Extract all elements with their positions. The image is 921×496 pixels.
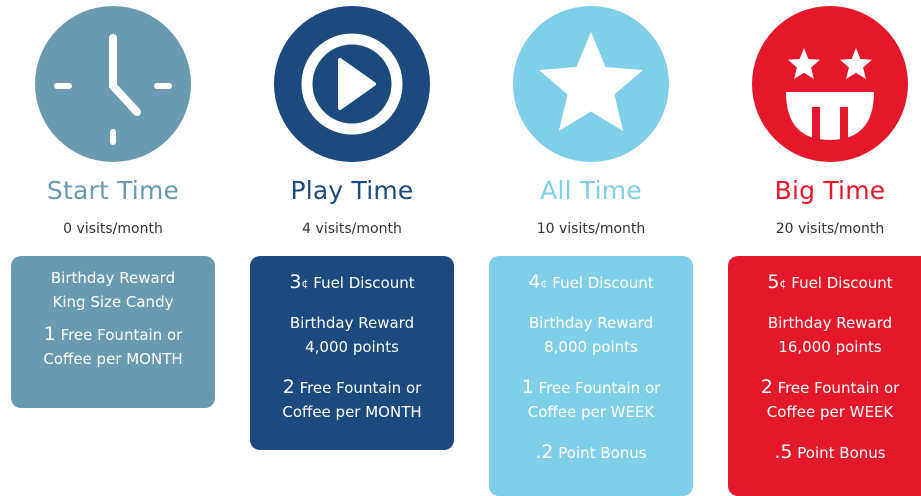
tier-play-time: Play Time 4 visits/month 3¢ Fuel Discoun… (247, 0, 457, 488)
benefit-fountain: 1 Free Fountain or Coffee per MONTH (19, 322, 207, 371)
benefit-line: 16,000 points (778, 338, 882, 356)
tier-all-time: All Time 10 visits/month 4¢ Fuel Discoun… (486, 0, 696, 496)
star-icon (513, 6, 669, 162)
tier-name: Big Time (774, 176, 886, 205)
benefits-card: 5¢ Fuel Discount Birthday Reward 16,000 … (728, 256, 921, 496)
benefit-line: Point Bonus (797, 444, 886, 462)
benefit-fountain: 2 Free Fountain or Coffee per WEEK (736, 375, 921, 424)
clock-icon (35, 6, 191, 162)
tier-start-time: Start Time 0 visits/month Birthday Rewar… (8, 0, 218, 488)
benefit-line: Free Fountain or (777, 379, 900, 397)
benefit-line: Fuel Discount (791, 274, 893, 292)
tier-visits: 20 visits/month (775, 221, 885, 237)
benefit-line: Birthday Reward (50, 269, 176, 287)
starstruck-face-icon (752, 6, 908, 162)
tier-visits: 0 visits/month (63, 221, 163, 237)
benefit-line: King Size Candy (52, 293, 174, 311)
tier-name: Play Time (290, 176, 414, 205)
tier-name: Start Time (46, 176, 180, 205)
benefit-number: 4 (528, 271, 541, 293)
benefit-line: Birthday Reward (528, 314, 654, 332)
play-icon (274, 6, 430, 162)
benefit-line: Free Fountain or (538, 379, 661, 397)
benefit-birthday: Birthday Reward 16,000 points (736, 311, 921, 359)
benefit-number: .5 (774, 441, 793, 463)
benefit-fuel-discount: 4¢ Fuel Discount (497, 270, 685, 295)
benefit-number: 2 (282, 376, 295, 398)
benefit-birthday: Birthday Reward 4,000 points (258, 311, 446, 359)
benefit-number: 1 (521, 376, 534, 398)
benefit-number: .2 (535, 441, 554, 463)
benefit-fuel-discount: 5¢ Fuel Discount (736, 270, 921, 295)
cents-sign: ¢ (540, 277, 548, 290)
benefit-birthday: Birthday Reward King Size Candy (19, 266, 207, 314)
benefits-card: Birthday Reward King Size Candy 1 Free F… (11, 256, 215, 408)
benefit-birthday: Birthday Reward 8,000 points (497, 311, 685, 359)
benefit-number: 1 (43, 323, 56, 345)
benefit-line: Fuel Discount (313, 274, 415, 292)
benefit-line: Coffee per MONTH (282, 403, 422, 421)
cents-sign: ¢ (301, 277, 309, 290)
benefit-line: Free Fountain or (60, 326, 183, 344)
benefit-line: Coffee per WEEK (766, 403, 894, 421)
benefit-point-bonus: .2 Point Bonus (497, 440, 685, 465)
tier-visits: 10 visits/month (536, 221, 646, 237)
benefit-line: Free Fountain or (299, 379, 422, 397)
benefit-line: Coffee per WEEK (527, 403, 655, 421)
benefit-fountain: 1 Free Fountain or Coffee per WEEK (497, 375, 685, 424)
benefit-line: Birthday Reward (767, 314, 893, 332)
benefit-line: Birthday Reward (289, 314, 415, 332)
benefit-fountain: 2 Free Fountain or Coffee per MONTH (258, 375, 446, 424)
benefit-number: 3 (289, 271, 302, 293)
benefit-line: 8,000 points (544, 338, 638, 356)
tier-name: All Time (540, 176, 642, 205)
tier-visits: 4 visits/month (302, 221, 402, 237)
cents-sign: ¢ (779, 277, 787, 290)
benefit-fuel-discount: 3¢ Fuel Discount (258, 270, 446, 295)
benefit-number: 2 (760, 376, 773, 398)
benefit-line: 4,000 points (305, 338, 399, 356)
benefit-number: 5 (767, 271, 780, 293)
tier-big-time: Big Time 20 visits/month 5¢ Fuel Discoun… (725, 0, 921, 496)
benefit-line: Point Bonus (558, 444, 647, 462)
benefits-card: 3¢ Fuel Discount Birthday Reward 4,000 p… (250, 256, 454, 450)
benefit-line: Coffee per MONTH (43, 350, 183, 368)
benefit-line: Fuel Discount (552, 274, 654, 292)
benefit-point-bonus: .5 Point Bonus (736, 440, 921, 465)
benefits-card: 4¢ Fuel Discount Birthday Reward 8,000 p… (489, 256, 693, 496)
